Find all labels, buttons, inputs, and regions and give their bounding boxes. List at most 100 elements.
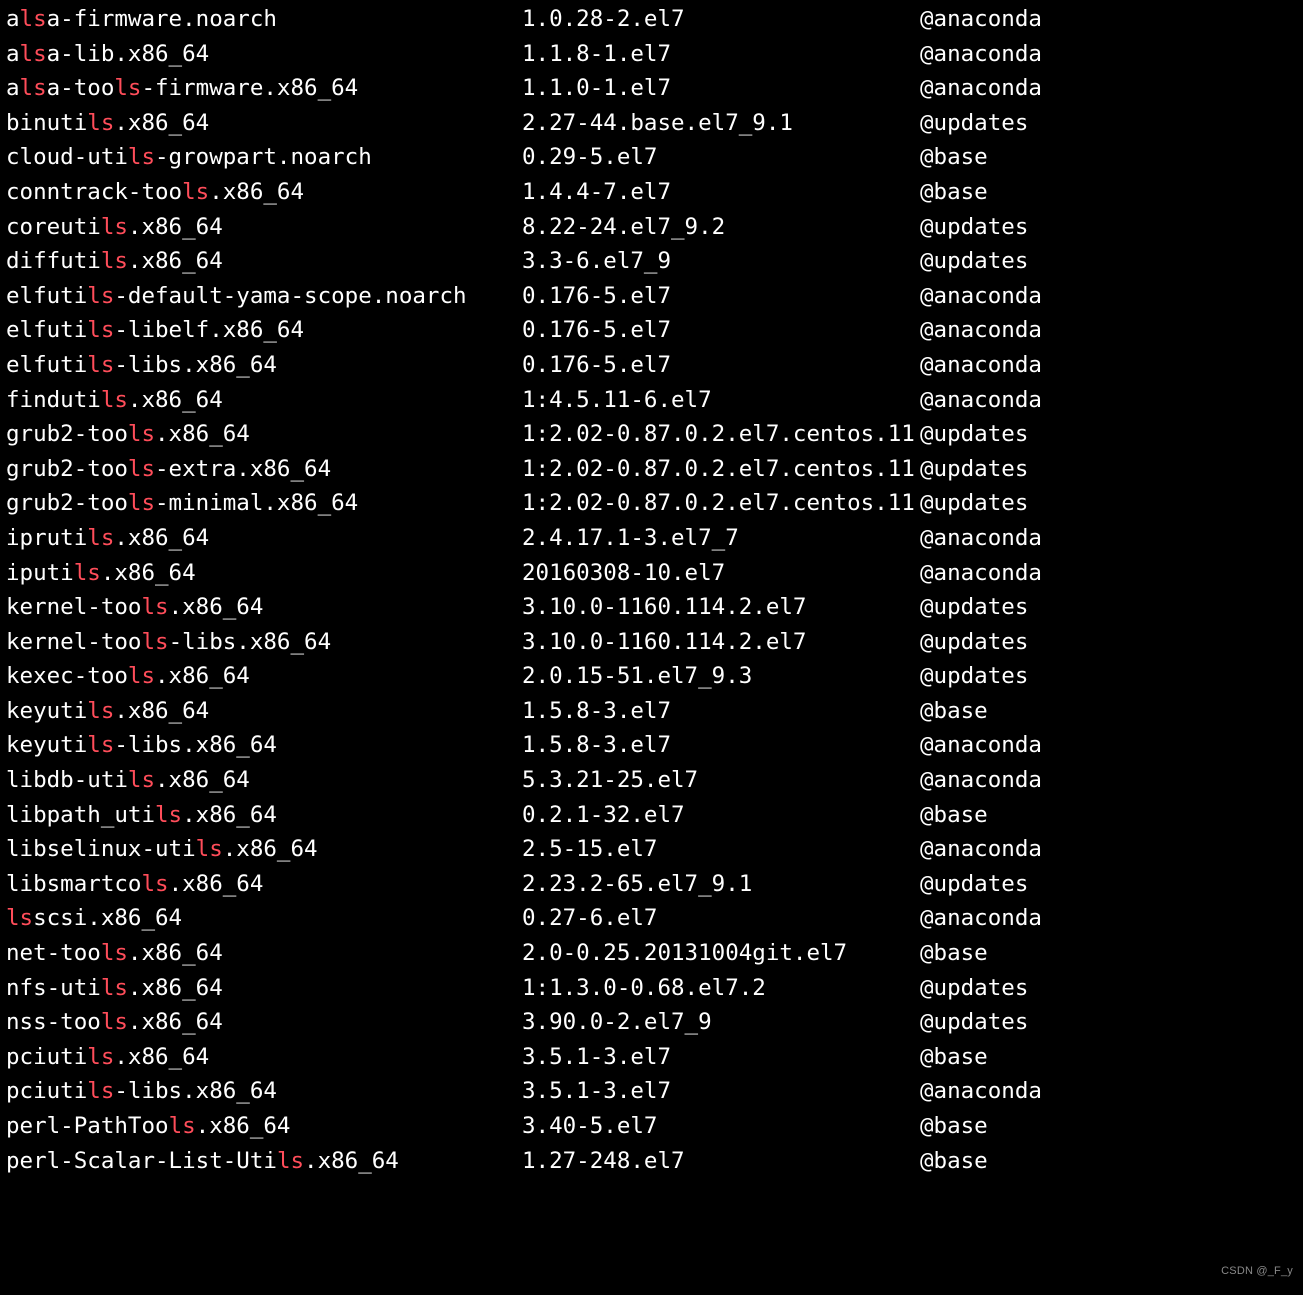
package-row: diffutils.x86_643.3-6.el7_9@updates — [6, 244, 1297, 279]
package-repo: @anaconda — [920, 279, 1297, 314]
package-repo: @updates — [920, 659, 1297, 694]
package-name: alsa-tools-firmware.x86_64 — [6, 71, 522, 106]
package-row: perl-Scalar-List-Utils.x86_641.27-248.el… — [6, 1144, 1297, 1179]
package-row: grub2-tools-minimal.x86_641:2.02-0.87.0.… — [6, 486, 1297, 521]
package-repo: @updates — [920, 625, 1297, 660]
package-repo: @anaconda — [920, 832, 1297, 867]
package-version: 1.4.4-7.el7 — [522, 175, 920, 210]
package-name: nss-tools.x86_64 — [6, 1005, 522, 1040]
package-row: grub2-tools.x86_641:2.02-0.87.0.2.el7.ce… — [6, 417, 1297, 452]
package-repo: @base — [920, 694, 1297, 729]
package-repo: @anaconda — [920, 763, 1297, 798]
package-row: binutils.x86_642.27-44.base.el7_9.1@upda… — [6, 106, 1297, 141]
package-row: conntrack-tools.x86_641.4.4-7.el7@base — [6, 175, 1297, 210]
package-row: elfutils-default-yama-scope.noarch0.176-… — [6, 279, 1297, 314]
package-version: 2.23.2-65.el7_9.1 — [522, 867, 920, 902]
package-name: cloud-utils-growpart.noarch — [6, 140, 522, 175]
package-name: grub2-tools-extra.x86_64 — [6, 452, 522, 487]
package-repo: @anaconda — [920, 2, 1297, 37]
package-repo: @updates — [920, 971, 1297, 1006]
package-version: 1:2.02-0.87.0.2.el7.centos.11 — [522, 452, 920, 487]
package-version: 2.0-0.25.20131004git.el7 — [522, 936, 920, 971]
package-name: libpath_utils.x86_64 — [6, 798, 522, 833]
package-repo: @updates — [920, 590, 1297, 625]
package-row: grub2-tools-extra.x86_641:2.02-0.87.0.2.… — [6, 452, 1297, 487]
package-row: libpath_utils.x86_640.2.1-32.el7@base — [6, 798, 1297, 833]
package-version: 2.5-15.el7 — [522, 832, 920, 867]
package-version: 1.1.0-1.el7 — [522, 71, 920, 106]
package-name: grub2-tools.x86_64 — [6, 417, 522, 452]
package-row: findutils.x86_641:4.5.11-6.el7@anaconda — [6, 383, 1297, 418]
package-version: 3.10.0-1160.114.2.el7 — [522, 590, 920, 625]
package-row: iprutils.x86_642.4.17.1-3.el7_7@anaconda — [6, 521, 1297, 556]
package-version: 20160308-10.el7 — [522, 556, 920, 591]
package-repo: @anaconda — [920, 556, 1297, 591]
package-repo: @updates — [920, 106, 1297, 141]
package-name: net-tools.x86_64 — [6, 936, 522, 971]
package-version: 1:2.02-0.87.0.2.el7.centos.11 — [522, 486, 920, 521]
package-repo: @anaconda — [920, 728, 1297, 763]
package-repo: @base — [920, 1109, 1297, 1144]
package-version: 0.29-5.el7 — [522, 140, 920, 175]
package-version: 1.1.8-1.el7 — [522, 37, 920, 72]
package-row: iputils.x86_6420160308-10.el7@anaconda — [6, 556, 1297, 591]
package-version: 3.40-5.el7 — [522, 1109, 920, 1144]
package-name: findutils.x86_64 — [6, 383, 522, 418]
package-version: 1:4.5.11-6.el7 — [522, 383, 920, 418]
package-repo: @updates — [920, 452, 1297, 487]
package-row: kernel-tools.x86_643.10.0-1160.114.2.el7… — [6, 590, 1297, 625]
package-version: 1.5.8-3.el7 — [522, 694, 920, 729]
package-repo: @updates — [920, 244, 1297, 279]
package-name: keyutils-libs.x86_64 — [6, 728, 522, 763]
package-name: kernel-tools.x86_64 — [6, 590, 522, 625]
package-repo: @anaconda — [920, 383, 1297, 418]
package-name: alsa-lib.x86_64 — [6, 37, 522, 72]
package-row: cloud-utils-growpart.noarch0.29-5.el7@ba… — [6, 140, 1297, 175]
package-version: 1.27-248.el7 — [522, 1144, 920, 1179]
package-name: kexec-tools.x86_64 — [6, 659, 522, 694]
package-name: kernel-tools-libs.x86_64 — [6, 625, 522, 660]
package-repo: @updates — [920, 417, 1297, 452]
package-version: 1:2.02-0.87.0.2.el7.centos.11 — [522, 417, 920, 452]
package-row: kexec-tools.x86_642.0.15-51.el7_9.3@upda… — [6, 659, 1297, 694]
package-name: binutils.x86_64 — [6, 106, 522, 141]
package-row: nss-tools.x86_643.90.0-2.el7_9@updates — [6, 1005, 1297, 1040]
package-version: 1.5.8-3.el7 — [522, 728, 920, 763]
package-name: libdb-utils.x86_64 — [6, 763, 522, 798]
package-repo: @anaconda — [920, 313, 1297, 348]
package-name: diffutils.x86_64 — [6, 244, 522, 279]
package-version: 5.3.21-25.el7 — [522, 763, 920, 798]
package-name: nfs-utils.x86_64 — [6, 971, 522, 1006]
package-repo: @base — [920, 936, 1297, 971]
package-name: elfutils-libs.x86_64 — [6, 348, 522, 383]
package-version: 3.10.0-1160.114.2.el7 — [522, 625, 920, 660]
package-repo: @base — [920, 1040, 1297, 1075]
package-repo: @anaconda — [920, 71, 1297, 106]
package-repo: @base — [920, 140, 1297, 175]
package-repo: @anaconda — [920, 1074, 1297, 1109]
package-row: libsmartcols.x86_642.23.2-65.el7_9.1@upd… — [6, 867, 1297, 902]
package-repo: @updates — [920, 867, 1297, 902]
package-row: alsa-firmware.noarch1.0.28-2.el7@anacond… — [6, 2, 1297, 37]
package-row: pciutils.x86_643.5.1-3.el7@base — [6, 1040, 1297, 1075]
package-name: alsa-firmware.noarch — [6, 2, 522, 37]
package-row: keyutils-libs.x86_641.5.8-3.el7@anaconda — [6, 728, 1297, 763]
package-row: elfutils-libs.x86_640.176-5.el7@anaconda — [6, 348, 1297, 383]
package-name: perl-PathTools.x86_64 — [6, 1109, 522, 1144]
package-version: 3.5.1-3.el7 — [522, 1040, 920, 1075]
package-name: iprutils.x86_64 — [6, 521, 522, 556]
package-version: 3.5.1-3.el7 — [522, 1074, 920, 1109]
package-name: conntrack-tools.x86_64 — [6, 175, 522, 210]
package-name: coreutils.x86_64 — [6, 210, 522, 245]
package-repo: @anaconda — [920, 37, 1297, 72]
package-name: elfutils-default-yama-scope.noarch — [6, 279, 522, 314]
package-row: nfs-utils.x86_641:1.3.0-0.68.el7.2@updat… — [6, 971, 1297, 1006]
package-version: 3.90.0-2.el7_9 — [522, 1005, 920, 1040]
package-row: pciutils-libs.x86_643.5.1-3.el7@anaconda — [6, 1074, 1297, 1109]
package-version: 2.27-44.base.el7_9.1 — [522, 106, 920, 141]
package-row: lsscsi.x86_640.27-6.el7@anaconda — [6, 901, 1297, 936]
package-version: 0.2.1-32.el7 — [522, 798, 920, 833]
package-repo: @anaconda — [920, 521, 1297, 556]
package-repo: @anaconda — [920, 901, 1297, 936]
package-row: perl-PathTools.x86_643.40-5.el7@base — [6, 1109, 1297, 1144]
